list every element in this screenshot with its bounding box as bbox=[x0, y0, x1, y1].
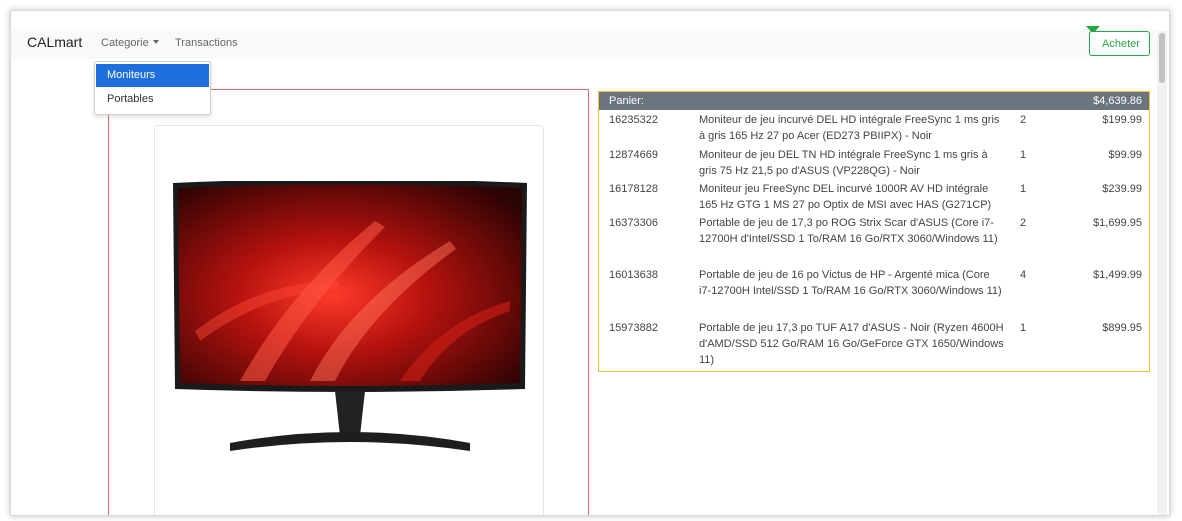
cart-total: $4,639.86 bbox=[1093, 95, 1142, 107]
cart-item-description: Portable de jeu de 17,3 po ROG Strix Sca… bbox=[699, 217, 998, 245]
scrollbar-thumb[interactable] bbox=[1159, 33, 1165, 83]
cart-item-price: $239.99 bbox=[1102, 183, 1142, 195]
app-window: CALmart Categorie Transactions Acheter M… bbox=[10, 10, 1170, 516]
caret-down-icon bbox=[152, 40, 159, 44]
monitor-product-image bbox=[173, 181, 527, 451]
cart-item-quantity: 4 bbox=[1020, 269, 1027, 281]
vertical-scrollbar[interactable] bbox=[1157, 31, 1167, 515]
dropdown-item-portables[interactable]: Portables bbox=[96, 88, 209, 111]
cart-title: Panier: bbox=[609, 95, 644, 107]
product-card[interactable] bbox=[154, 125, 544, 515]
cart-item-description: Moniteur de jeu incurvé DEL HD intégrale… bbox=[699, 114, 1000, 142]
cart-panel: Panier: $4,639.86 16235322 Moniteur de j… bbox=[598, 91, 1150, 372]
cart-item-description: Moniteur de jeu DEL TN HD intégrale Free… bbox=[699, 149, 988, 177]
cart-item-quantity: 2 bbox=[1020, 217, 1027, 229]
cart-item-id: 12874669 bbox=[609, 149, 658, 161]
product-panel bbox=[108, 89, 589, 515]
cart-item-price: $899.95 bbox=[1102, 322, 1142, 334]
nav-categorie-label: Categorie bbox=[101, 37, 149, 49]
cart-item-quantity: 1 bbox=[1020, 322, 1027, 334]
cart-header: Panier: $4,639.86 bbox=[599, 92, 1149, 110]
cart-item-price: $99.99 bbox=[1108, 149, 1142, 161]
cart-item-quantity: 1 bbox=[1020, 149, 1027, 161]
cart-item-quantity: 2 bbox=[1020, 114, 1027, 126]
navbar: CALmart Categorie Transactions Acheter bbox=[11, 26, 1156, 59]
nav-categorie-dropdown[interactable]: Categorie bbox=[101, 37, 159, 49]
cart-item-price: $1,499.99 bbox=[1093, 269, 1142, 281]
cart-item-id: 16013638 bbox=[609, 269, 658, 281]
cart-item-id: 15973882 bbox=[609, 322, 658, 334]
cart-item-price: $1,699.95 bbox=[1093, 217, 1142, 229]
cart-item-id: 16178128 bbox=[609, 183, 658, 195]
cart-item-id: 16235322 bbox=[609, 114, 658, 126]
nav-transactions-link[interactable]: Transactions bbox=[175, 37, 238, 49]
cart-item-price: $199.99 bbox=[1102, 114, 1142, 126]
cart-item-description: Portable de jeu 17,3 po TUF A17 d'ASUS -… bbox=[699, 322, 1004, 366]
acheter-button[interactable]: Acheter bbox=[1089, 31, 1150, 56]
dropdown-item-moniteurs[interactable]: Moniteurs bbox=[96, 64, 209, 87]
cart-item-quantity: 1 bbox=[1020, 183, 1027, 195]
categorie-dropdown-menu: Moniteurs Portables bbox=[94, 61, 211, 115]
cart-item-id: 16373306 bbox=[609, 217, 658, 229]
cart-item-description: Portable de jeu de 16 po Victus de HP - … bbox=[699, 269, 1002, 297]
cart-item-description: Moniteur jeu FreeSync DEL incurvé 1000R … bbox=[699, 183, 992, 211]
brand-logo[interactable]: CALmart bbox=[27, 34, 82, 50]
